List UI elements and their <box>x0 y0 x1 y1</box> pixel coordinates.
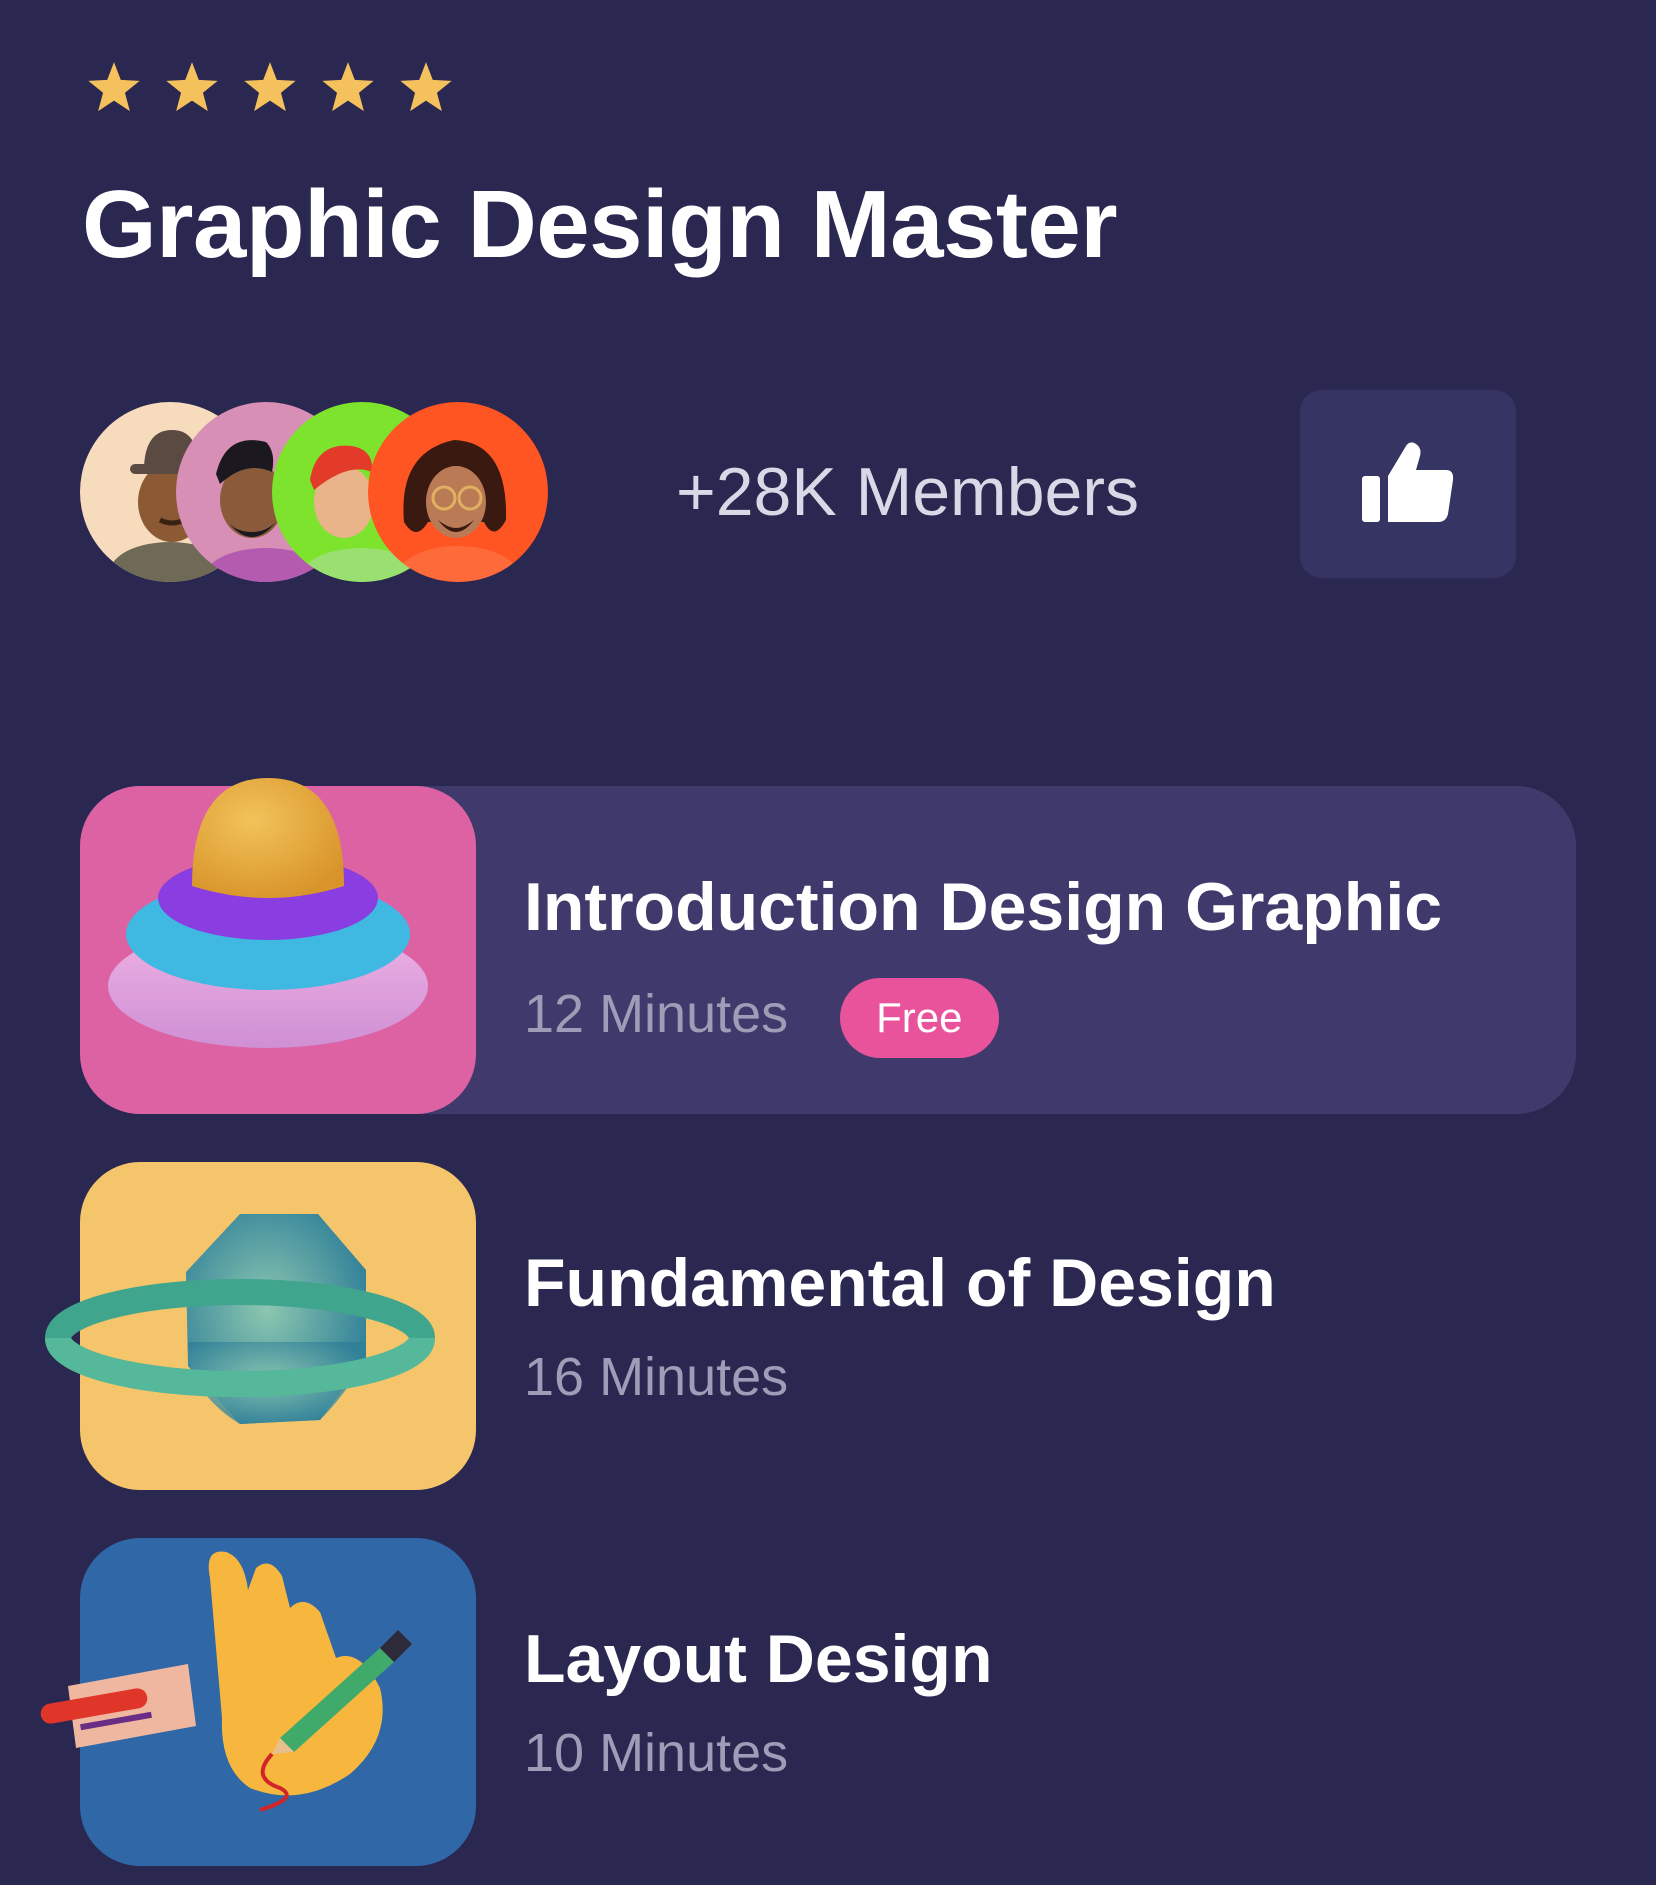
members-row: +28K Members <box>80 402 1139 582</box>
course-meta: 16 Minutes <box>524 1346 788 1408</box>
like-button[interactable] <box>1300 390 1516 578</box>
members-count: +28K Members <box>676 454 1139 530</box>
free-badge: Free <box>840 978 999 1058</box>
course-thumbnail <box>45 1162 476 1490</box>
course-title: Layout Design <box>524 1621 993 1697</box>
star-icon <box>164 62 220 116</box>
star-icon <box>398 62 454 116</box>
thumbs-up-icon <box>1362 440 1454 529</box>
course-duration: 16 Minutes <box>524 1347 789 1407</box>
page-title: Graphic Design Master <box>82 171 1118 278</box>
member-avatars[interactable] <box>80 402 550 582</box>
course-card[interactable]: Layout Design 10 Minutes <box>40 1538 1576 1866</box>
course-thumbnail <box>80 778 476 1114</box>
planet-icon <box>45 1214 435 1424</box>
hand-pencil-icon <box>40 1551 412 1812</box>
course-title: Introduction Design Graphic <box>524 869 1443 945</box>
course-duration: 10 Minutes <box>524 1723 789 1783</box>
course-meta: 10 Minutes <box>524 1722 788 1784</box>
course-card[interactable]: Fundamental of Design 16 Minutes <box>45 1162 1576 1490</box>
rating-stars <box>86 62 454 116</box>
star-icon <box>320 62 376 116</box>
course-title: Fundamental of Design <box>524 1245 1276 1321</box>
course-meta: 12 Minutes Free <box>524 970 999 1058</box>
star-icon <box>242 62 298 116</box>
star-icon <box>86 62 142 116</box>
stacked-rings-icon <box>108 778 428 1048</box>
course-card[interactable]: Introduction Design Graphic 12 Minutes F… <box>80 778 1576 1114</box>
avatar-curly-hair-man-icon <box>368 402 548 582</box>
course-duration: 12 Minutes <box>524 984 789 1044</box>
course-thumbnail <box>40 1538 476 1866</box>
